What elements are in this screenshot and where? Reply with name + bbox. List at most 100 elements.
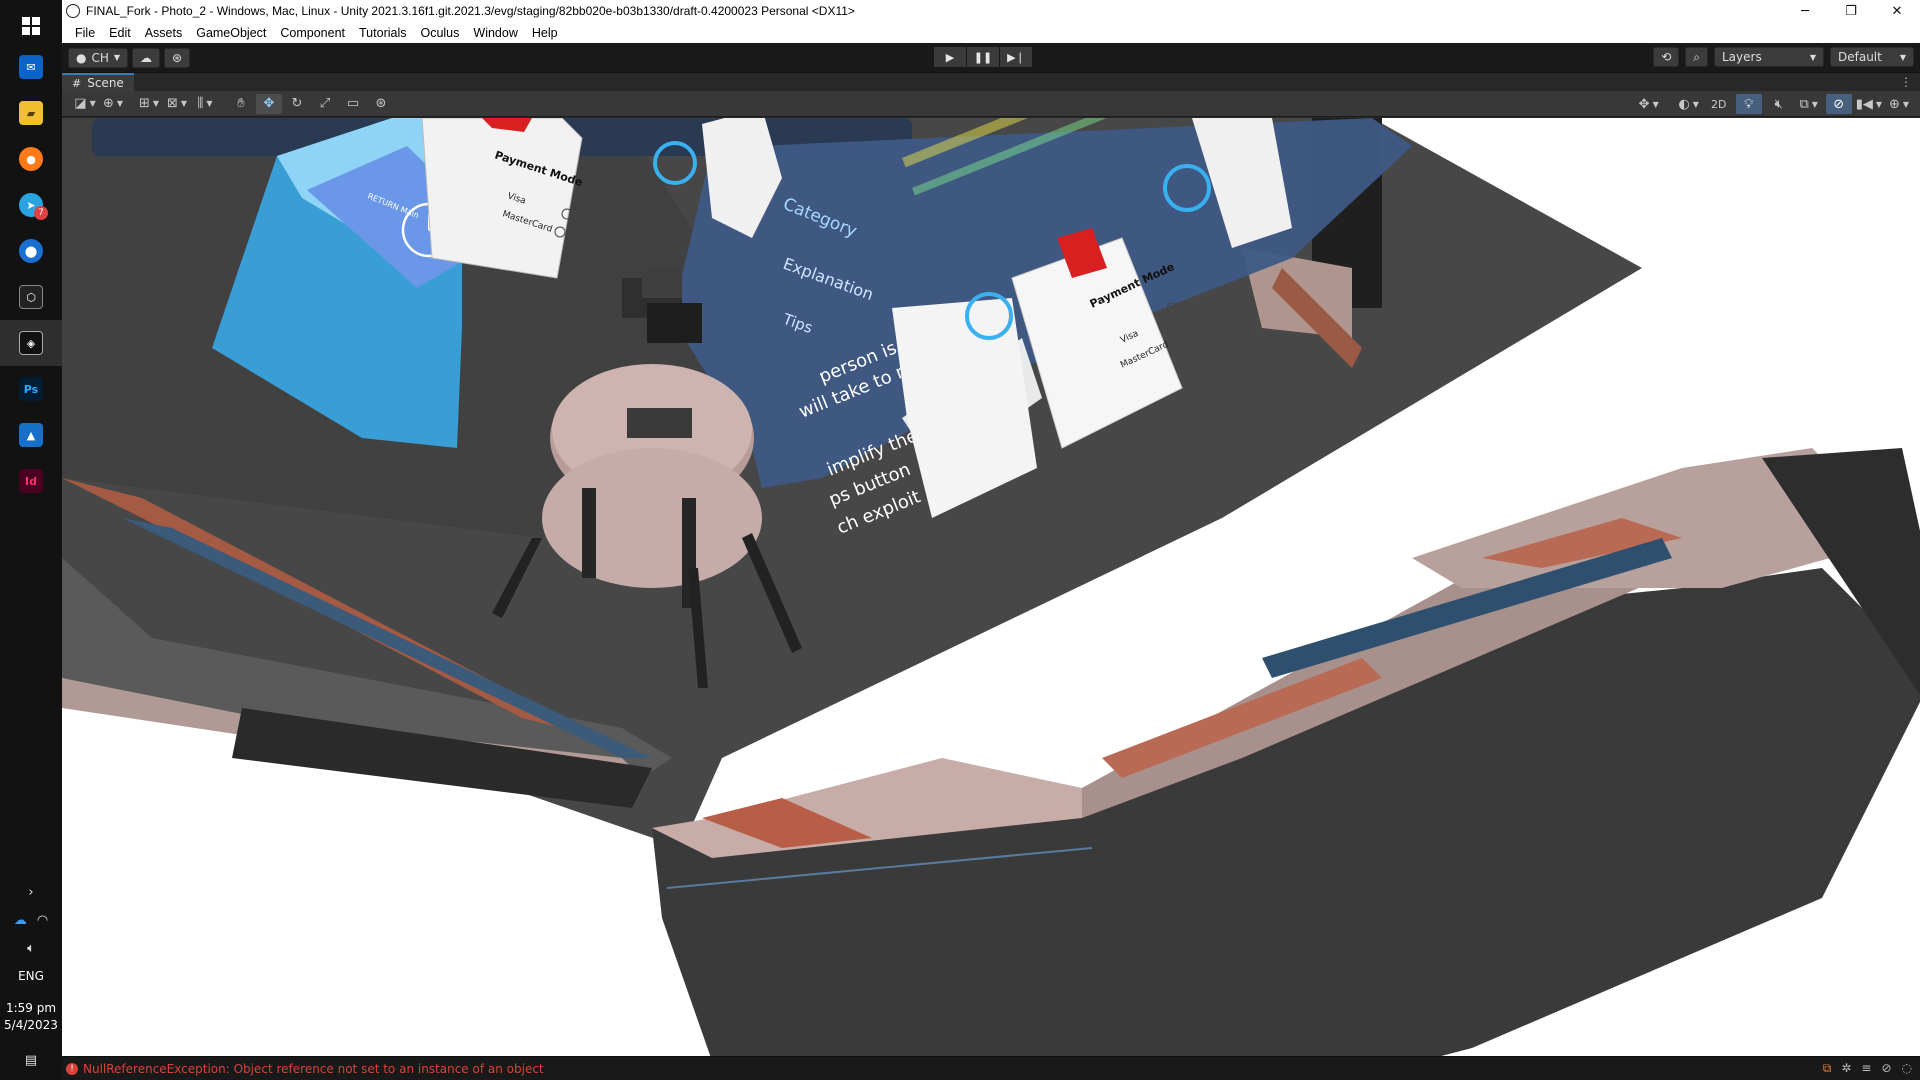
chevron-down-icon: ▼ bbox=[113, 53, 121, 62]
account-icon: ● bbox=[76, 50, 87, 65]
screen: ✉ ▰ ● ➤ 7 ⬤ ⬡ ◈ Ps ▲ Id › ☁ ◠ 🔈︎ ENG 1:59… bbox=[0, 0, 1920, 1080]
play-button[interactable]: ▶ bbox=[934, 47, 966, 67]
search-button[interactable]: ⌕ bbox=[1685, 47, 1708, 67]
gizmos-dropdown[interactable]: ⊕ ▼ bbox=[1886, 94, 1912, 114]
draw-mode-dropdown[interactable]: ◪ ▼ bbox=[72, 94, 98, 114]
restore-button[interactable]: ❐ bbox=[1828, 0, 1874, 22]
unity-logo-icon bbox=[66, 4, 80, 18]
status-icons: ⧉ ✲ ≡ ⊘ ◌ bbox=[1823, 1061, 1912, 1076]
scale-icon: ⤢ bbox=[319, 96, 331, 111]
taskbar-file-explorer[interactable]: ▰ bbox=[0, 90, 62, 136]
audio-toggle[interactable]: 🔇︎ bbox=[1766, 94, 1792, 114]
collab-button[interactable]: ⊛ bbox=[164, 47, 191, 68]
status-bar[interactable]: ! NullReferenceException: Object referen… bbox=[62, 1056, 1920, 1080]
taskbar-unity-hub[interactable]: ⬡ bbox=[0, 274, 62, 320]
show-hidden-icons[interactable]: › bbox=[0, 878, 62, 906]
align-dropdown[interactable]: ⫼ ▼ bbox=[192, 94, 218, 114]
audio-icon: 🔇︎ bbox=[1774, 96, 1783, 112]
render-mode-dropdown[interactable]: ⊕ ▼ bbox=[100, 94, 126, 114]
taskbar-photoshop[interactable]: Ps bbox=[0, 366, 62, 412]
menu-gameobject[interactable]: GameObject bbox=[189, 26, 273, 40]
snap-increment-dropdown[interactable]: ⊠ ▼ bbox=[164, 94, 190, 114]
camera-icon: ▮◀ bbox=[1855, 96, 1873, 112]
cloud-button[interactable]: ☁ bbox=[132, 47, 161, 68]
layout-dropdown[interactable]: Default ▼ bbox=[1830, 47, 1914, 67]
telegram-badge: 7 bbox=[34, 206, 48, 220]
camera-dropdown[interactable]: ▮◀ ▼ bbox=[1856, 94, 1882, 114]
layers-dropdown[interactable]: Layers ▼ bbox=[1714, 47, 1824, 67]
package-icon[interactable]: ⧉ bbox=[1823, 1061, 1832, 1076]
menu-window[interactable]: Window bbox=[466, 26, 524, 40]
taskbar-unity-editor[interactable]: ◈ bbox=[0, 320, 62, 366]
toggle-2d[interactable]: 2D bbox=[1706, 94, 1732, 114]
clock-date[interactable]: 5/4/2023 bbox=[4, 1017, 58, 1034]
menu-component[interactable]: Component bbox=[273, 26, 352, 40]
taskbar-indesign[interactable]: Id bbox=[0, 458, 62, 504]
bug-icon[interactable]: ✲ bbox=[1841, 1061, 1851, 1076]
pause-icon: ❚❚ bbox=[973, 50, 993, 64]
shading-sphere-icon: ◐ bbox=[1678, 96, 1690, 112]
menu-tutorials[interactable]: Tutorials bbox=[352, 26, 413, 40]
menu-edit[interactable]: Edit bbox=[102, 26, 138, 40]
close-button[interactable]: ✕ bbox=[1874, 0, 1920, 22]
menu-oculus[interactable]: Oculus bbox=[413, 26, 466, 40]
taskbar-firefox[interactable]: ● bbox=[0, 136, 62, 182]
menu-assets[interactable]: Assets bbox=[138, 26, 190, 40]
toolbar-right: ⟲ ⌕ Layers ▼ Default ▼ bbox=[1653, 47, 1914, 67]
lighting-toggle[interactable]: 💡︎ bbox=[1735, 94, 1762, 114]
settings-check-icon[interactable]: ◌ bbox=[1902, 1061, 1912, 1076]
windows-logo-icon bbox=[22, 17, 40, 35]
eye-slash-icon: ⊘ bbox=[1833, 96, 1845, 112]
indesign-icon: Id bbox=[19, 469, 43, 493]
taskbar-maps[interactable]: ⬤ bbox=[0, 228, 62, 274]
wifi-icon[interactable]: ◠ bbox=[37, 913, 48, 928]
tab-scene[interactable]: # Scene bbox=[62, 72, 134, 92]
align-icon: ⫼ bbox=[197, 96, 204, 111]
unity-hub-icon: ⬡ bbox=[19, 285, 43, 309]
progress-icon[interactable]: ≡ bbox=[1861, 1061, 1871, 1076]
step-button[interactable]: ▶❘ bbox=[1000, 47, 1032, 67]
menu-help[interactable]: Help bbox=[525, 26, 565, 40]
search-icon: ⌕ bbox=[1693, 49, 1700, 64]
scale-tool[interactable]: ⤢ bbox=[312, 94, 338, 114]
lightbulb-icon: 💡︎ bbox=[1744, 96, 1754, 112]
tab-scene-label: Scene bbox=[87, 76, 124, 90]
tab-options-icon[interactable]: ⋮ bbox=[1900, 75, 1912, 89]
shading-dropdown[interactable]: ◐ ▼ bbox=[1676, 94, 1702, 114]
pause-button[interactable]: ❚❚ bbox=[967, 47, 999, 67]
rect-icon: ▭ bbox=[346, 96, 360, 111]
hand-tool[interactable]: ✋︎ bbox=[228, 94, 254, 114]
account-dropdown[interactable]: ● CH ▼ bbox=[68, 47, 129, 68]
console-error-message[interactable]: NullReferenceException: Object reference… bbox=[83, 1062, 544, 1076]
taskbar-mail[interactable]: ✉ bbox=[0, 44, 62, 90]
taskbar-telegram[interactable]: ➤ 7 bbox=[0, 182, 62, 228]
taskbar-photos[interactable]: ▲ bbox=[0, 412, 62, 458]
map-pin-icon: ⬤ bbox=[19, 239, 43, 263]
window-title: FINAL_Fork - Photo_2 - Windows, Mac, Lin… bbox=[86, 4, 855, 18]
effects-dropdown[interactable]: ⧉ ▼ bbox=[1796, 94, 1822, 114]
start-button[interactable] bbox=[11, 8, 51, 44]
visibility-toggle[interactable]: ⊘ bbox=[1825, 94, 1852, 114]
clock-time[interactable]: 1:59 pm bbox=[6, 1000, 56, 1017]
auto-generate-lighting-icon[interactable]: ⊘ bbox=[1881, 1061, 1891, 1076]
onedrive-icon[interactable]: ☁ bbox=[14, 913, 27, 928]
rect-tool[interactable]: ▭ bbox=[340, 94, 366, 114]
notifications-icon[interactable]: ▤ bbox=[0, 1046, 62, 1074]
unity-editor-window: FINAL_Fork - Photo_2 - Windows, Mac, Lin… bbox=[62, 0, 1920, 1080]
play-icon: ▶ bbox=[945, 50, 955, 64]
rotate-tool[interactable]: ↻ bbox=[284, 94, 310, 114]
minimize-button[interactable]: ─ bbox=[1782, 0, 1828, 22]
pivot-dropdown[interactable]: ✥ ▼ bbox=[1636, 94, 1662, 114]
scene-viewport[interactable]: RETURN Main Payment Mode Visa MasterCard… bbox=[62, 118, 1920, 1056]
grid-snap-dropdown[interactable]: ⊞ ▼ bbox=[136, 94, 162, 114]
undo-history-button[interactable]: ⟲ bbox=[1653, 47, 1680, 67]
transform-tool[interactable]: ⊛ bbox=[368, 94, 394, 114]
error-icon: ! bbox=[66, 1062, 78, 1075]
language-indicator[interactable]: ENG bbox=[0, 962, 62, 990]
title-bar: FINAL_Fork - Photo_2 - Windows, Mac, Lin… bbox=[62, 0, 1920, 22]
volume-icon[interactable]: 🔈︎ bbox=[0, 934, 62, 962]
draw-mode-icon: ◪ bbox=[74, 96, 87, 111]
scene-view-options: ✥ ▼ ◐ ▼ 2D 💡︎ 🔇︎ ⧉ ▼ ⊘ ▮◀ ▼ ⊕ ▼ bbox=[1636, 94, 1914, 114]
move-tool[interactable]: ✥ bbox=[256, 93, 282, 114]
menu-file[interactable]: File bbox=[68, 26, 102, 40]
